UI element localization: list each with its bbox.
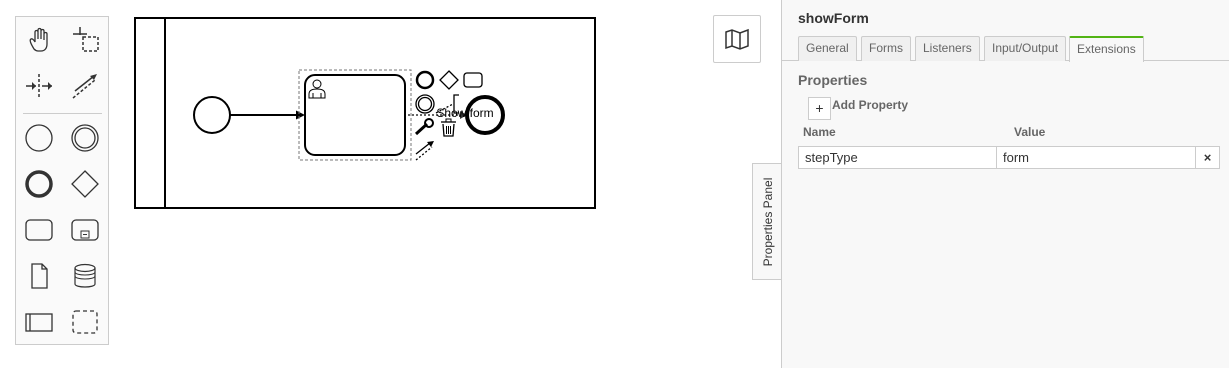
- create-end-event-icon[interactable]: [22, 167, 56, 201]
- create-task-icon[interactable]: [22, 213, 56, 247]
- diagram-canvas[interactable]: Show form: [110, 0, 780, 368]
- tab-input-output[interactable]: Input/Output: [984, 36, 1067, 61]
- palette-separator: [23, 113, 102, 114]
- tool-palette: [15, 16, 109, 345]
- add-property-label: Add Property: [832, 98, 909, 112]
- trash-icon[interactable]: [441, 118, 456, 137]
- create-intermediate-event-icon[interactable]: [68, 121, 102, 155]
- wrench-icon[interactable]: [414, 118, 434, 136]
- map-icon: [725, 28, 749, 50]
- property-value-field[interactable]: form: [996, 146, 1196, 169]
- create-pool-icon[interactable]: [22, 305, 56, 339]
- create-subprocess-icon[interactable]: [68, 213, 102, 247]
- minimap-toggle-button[interactable]: [713, 15, 761, 63]
- tab-listeners[interactable]: Listeners: [915, 36, 980, 61]
- properties-tabs: General Forms Listeners Input/Output Ext…: [782, 36, 1229, 62]
- properties-panel: showForm General Forms Listeners Input/O…: [781, 0, 1229, 368]
- tab-general[interactable]: General: [798, 36, 857, 61]
- append-gateway-icon[interactable]: [439, 70, 459, 90]
- properties-panel-toggle-label: Properties Panel: [760, 177, 775, 266]
- append-end-event-icon[interactable]: [415, 70, 435, 90]
- properties-group-title: Properties: [798, 72, 868, 88]
- create-group-icon[interactable]: [68, 305, 102, 339]
- task-label: Show form: [436, 106, 494, 120]
- create-data-store-icon[interactable]: [68, 259, 102, 293]
- space-tool-icon[interactable]: [22, 69, 56, 103]
- element-id-title: showForm: [798, 10, 869, 26]
- tab-extensions[interactable]: Extensions: [1069, 36, 1144, 62]
- connect-icon[interactable]: [415, 141, 434, 161]
- properties-panel-toggle[interactable]: Properties Panel: [752, 163, 782, 280]
- lasso-tool-icon[interactable]: [68, 23, 102, 57]
- bpmn-diagram: [134, 17, 596, 209]
- hand-tool-icon[interactable]: [22, 23, 56, 57]
- global-connect-tool-icon[interactable]: [68, 69, 102, 103]
- app-root: Show form Properties Panel showForm Gene…: [0, 0, 1229, 368]
- column-header-value: Value: [1014, 125, 1046, 139]
- property-name-field[interactable]: stepType: [798, 146, 997, 169]
- tab-forms[interactable]: Forms: [861, 36, 911, 61]
- sequence-flow[interactable]: [230, 110, 305, 120]
- delete-property-button[interactable]: ×: [1195, 146, 1220, 169]
- create-data-object-icon[interactable]: [22, 259, 56, 293]
- create-gateway-icon[interactable]: [68, 167, 102, 201]
- start-event[interactable]: [193, 96, 231, 134]
- create-start-event-icon[interactable]: [22, 121, 56, 155]
- column-header-name: Name: [803, 125, 836, 139]
- add-property-button[interactable]: +: [808, 97, 831, 120]
- append-task-icon[interactable]: [463, 72, 483, 88]
